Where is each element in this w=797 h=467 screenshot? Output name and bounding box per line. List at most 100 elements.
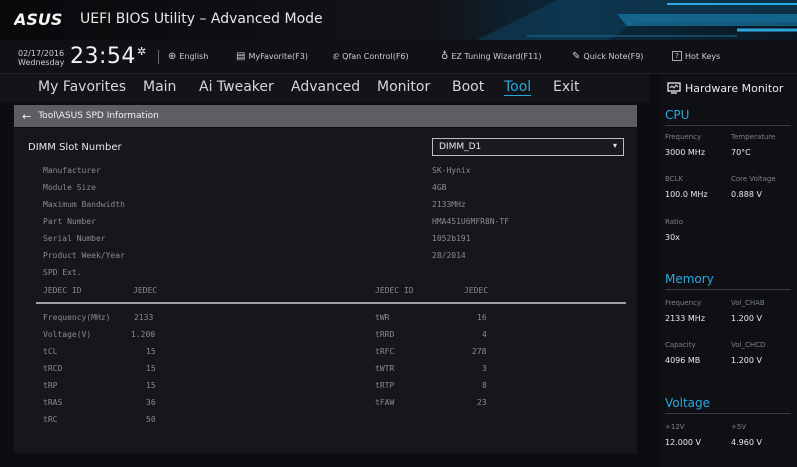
help-icon: ? — [672, 51, 682, 61]
table-divider — [36, 302, 626, 304]
vol-chcd-value: 1.200 V — [731, 356, 762, 365]
section-divider — [665, 125, 791, 126]
timing-value: 278 — [472, 347, 487, 356]
timing-value: 2133 — [134, 313, 154, 322]
tab-monitor[interactable]: Monitor — [377, 79, 430, 95]
cpu-frequency-label: Frequency — [665, 133, 702, 141]
timing-name: tWR — [375, 313, 390, 322]
timing-value: 3 — [482, 364, 487, 373]
section-divider — [665, 289, 791, 290]
tab-tool[interactable]: Tool — [504, 79, 531, 95]
clock[interactable]: 23:54 — [70, 44, 136, 69]
jedec-id-header-right: JEDEC ID — [375, 286, 414, 295]
title-decoration — [477, 0, 797, 40]
tab-boot[interactable]: Boot — [452, 79, 484, 95]
vol-chab-value: 1.200 V — [731, 314, 762, 323]
cpu-section-title: CPU — [665, 108, 690, 122]
timing-name: Frequency(MHz) — [43, 313, 111, 322]
section-divider — [665, 413, 791, 414]
timing-name: tFAW — [375, 398, 395, 407]
main-menu: My Favorites Main Ai Tweaker Advanced Mo… — [0, 74, 650, 102]
back-arrow-icon[interactable]: ← — [22, 110, 31, 123]
date-text: 02/17/2016 — [18, 49, 65, 58]
fan-icon: ⅇ — [333, 51, 340, 62]
core-voltage-value: 0.888 V — [731, 190, 762, 199]
vol-chab-label: Vol_CHAB — [731, 299, 765, 307]
quicknote-label: Quick Note(F9) — [583, 52, 644, 61]
capacity-value: 4096 MB — [665, 356, 701, 365]
ratio-label: Ratio — [665, 218, 683, 226]
v5-value: 4.960 V — [731, 438, 762, 447]
language-button[interactable]: ⊕ English — [168, 51, 208, 62]
ez-tuning-wizard-button[interactable]: ♁ EZ Tuning Wizard(F11) — [441, 51, 541, 62]
qfan-label: Qfan Control(F6) — [342, 52, 409, 61]
part-number-value: HMA451U6MFR8N-TF — [432, 217, 510, 226]
bclk-label: BCLK — [665, 175, 684, 183]
breadcrumb[interactable]: ← Tool\ASUS SPD Information — [14, 105, 637, 127]
hot-keys-button[interactable]: ? Hot Keys — [672, 51, 720, 61]
max-bandwidth-label: Maximum Bandwidth — [43, 200, 125, 209]
cpu-temperature-value: 70°C — [731, 148, 751, 157]
product-week-year-label: Product Week/Year — [43, 251, 125, 260]
bclk-value: 100.0 MHz — [665, 190, 708, 199]
tab-exit[interactable]: Exit — [553, 79, 580, 95]
qfan-control-button[interactable]: ⅇ Qfan Control(F6) — [333, 51, 409, 62]
myfavorite-button[interactable]: ▤ MyFavorite(F3) — [236, 51, 308, 62]
part-number-label: Part Number — [43, 217, 96, 226]
dimm-slot-select[interactable]: DIMM_D1 ▾ — [432, 138, 624, 156]
hardware-monitor-title: Hardware Monitor — [685, 81, 784, 95]
memory-section-title: Memory — [665, 272, 714, 286]
timing-name: tRCD — [43, 364, 63, 373]
timing-value: 1.200 — [131, 330, 156, 339]
dimm-slot-selected: DIMM_D1 — [439, 142, 482, 152]
timing-name: tRC — [43, 415, 58, 424]
hardware-monitor-header: Hardware Monitor — [659, 74, 797, 102]
tab-main[interactable]: Main — [143, 79, 176, 95]
dropdown-arrow-icon: ▾ — [612, 141, 617, 150]
voltage-section-title: Voltage — [665, 396, 711, 410]
timing-value: 15 — [146, 381, 156, 390]
memory-frequency-label: Frequency — [665, 299, 702, 307]
hotkeys-label: Hot Keys — [685, 51, 721, 61]
timing-name: tRFC — [375, 347, 395, 356]
status-bar: 02/17/2016 Wednesday 23:54 ✲ ⊕ English ▤… — [0, 40, 797, 74]
timing-value: 36 — [146, 398, 156, 407]
timing-value: 23 — [477, 398, 487, 407]
module-size-label: Module Size — [43, 183, 96, 192]
timing-name: tRAS — [43, 398, 63, 407]
memory-frequency-value: 2133 MHz — [665, 314, 706, 323]
max-bandwidth-value: 2133MHz — [432, 200, 466, 209]
breadcrumb-path: Tool\ASUS SPD Information — [38, 111, 159, 121]
quick-note-button[interactable]: ✎ Quick Note(F9) — [572, 51, 643, 62]
timing-value: 15 — [146, 347, 156, 356]
dimm-slot-label: DIMM Slot Number — [28, 142, 122, 153]
manufacturer-label: Manufacturer — [43, 166, 101, 175]
lightbulb-icon: ♁ — [441, 51, 449, 62]
product-week-year-value: 28/2014 — [432, 251, 466, 260]
language-label: English — [179, 52, 209, 61]
hardware-monitor-panel: Hardware Monitor CPU Frequency Temperatu… — [659, 74, 797, 467]
vol-chcd-label: Vol_CHCD — [731, 341, 766, 349]
content-panel — [14, 128, 637, 453]
timing-name: tCL — [43, 347, 58, 356]
tab-my-favorites[interactable]: My Favorites — [38, 79, 126, 95]
timing-name: Voltage(V) — [43, 330, 92, 339]
app-title: UEFI BIOS Utility – Advanced Mode — [80, 11, 323, 27]
globe-icon: ⊕ — [168, 51, 177, 62]
monitor-icon — [667, 82, 681, 94]
timing-name: tRRD — [375, 330, 395, 339]
manufacturer-value: SK-Hynix — [432, 166, 471, 175]
tab-advanced[interactable]: Advanced — [291, 79, 360, 95]
cpu-temperature-label: Temperature — [731, 133, 776, 141]
spd-ext-label: SPD Ext. — [43, 268, 82, 277]
title-bar: ASUS UEFI BIOS Utility – Advanced Mode — [0, 0, 797, 40]
module-size-value: 4GB — [432, 183, 447, 192]
jedec-header-left: JEDEC — [133, 286, 158, 295]
timing-value: 8 — [482, 381, 487, 390]
tab-ai-tweaker[interactable]: Ai Tweaker — [199, 79, 274, 95]
serial-number-label: Serial Number — [43, 234, 106, 243]
clock-settings-gear-icon[interactable]: ✲ — [137, 45, 146, 58]
timing-name: tRTP — [375, 381, 395, 390]
timing-value: 4 — [482, 330, 487, 339]
asus-logo: ASUS — [14, 10, 62, 29]
